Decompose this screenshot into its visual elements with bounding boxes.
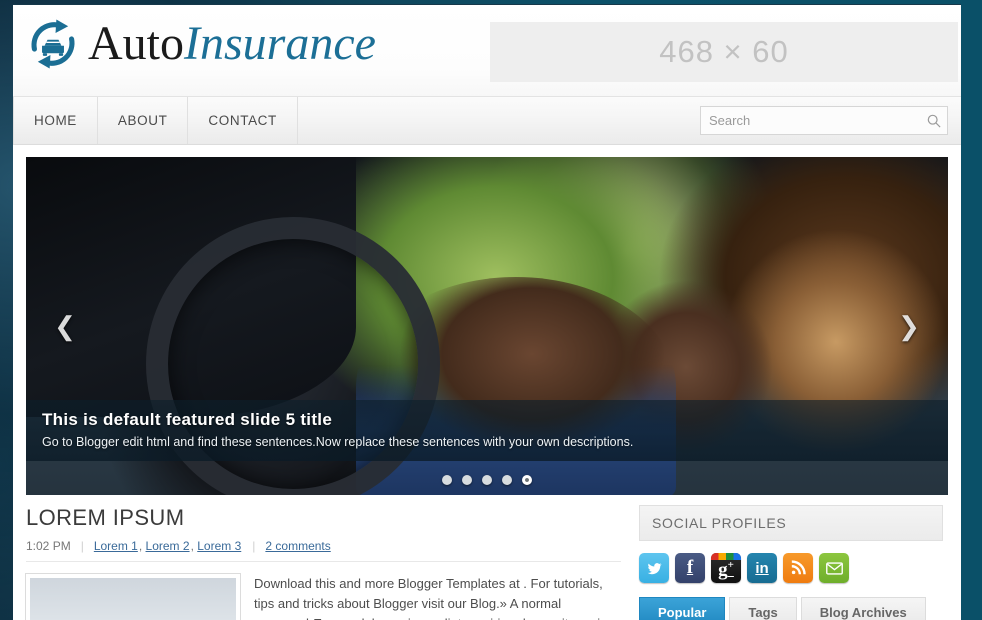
main-navigation: HOME ABOUT CONTACT	[13, 97, 961, 145]
slide-title: This is default featured slide 5 title	[42, 410, 333, 429]
rss-icon[interactable]	[783, 553, 813, 583]
featured-slider: ❮ ❯ This is default featured slide 5 tit…	[26, 157, 948, 495]
slider-dot-4[interactable]	[502, 475, 512, 485]
slider-dot-3[interactable]	[482, 475, 492, 485]
search-box[interactable]	[700, 106, 948, 135]
chevron-left-icon[interactable]: ❮	[48, 309, 82, 343]
search-icon[interactable]	[921, 114, 947, 128]
nav-label: ABOUT	[117, 113, 168, 128]
email-icon[interactable]	[819, 553, 849, 583]
post-title: LOREM IPSUM	[26, 505, 185, 530]
tab-tags[interactable]: Tags	[729, 597, 797, 620]
post-excerpt: Download this and more Blogger Templates…	[254, 576, 603, 620]
slider-dot-2[interactable]	[462, 475, 472, 485]
logo-primary-text: Auto	[88, 17, 184, 70]
chevron-right-icon[interactable]: ❯	[892, 309, 926, 343]
site-logo[interactable]: AutoInsurance	[26, 17, 376, 71]
label-comma: ,	[138, 539, 146, 553]
post-meta: 1:02 PM | Lorem 1, Lorem 2, Lorem 3 | 2 …	[26, 539, 621, 562]
post-time: 1:02 PM	[26, 539, 71, 553]
post-label-link[interactable]: Lorem 3	[197, 539, 241, 553]
linkedin-icon[interactable]: in	[747, 553, 777, 583]
search-input[interactable]	[701, 113, 921, 128]
meta-separator: |	[80, 539, 84, 553]
slide-image-subject	[356, 277, 676, 495]
social-profiles-heading: SOCIAL PROFILES	[639, 505, 943, 541]
post-labels: Lorem 1, Lorem 2, Lorem 3	[94, 539, 242, 553]
slider-dot-1[interactable]	[442, 475, 452, 485]
social-profiles-list: f g+ in	[639, 553, 943, 583]
site-title: AutoInsurance	[88, 18, 376, 70]
post-label-link[interactable]: Lorem 1	[94, 539, 138, 553]
nav-item-about[interactable]: ABOUT	[98, 97, 189, 144]
twitter-icon[interactable]	[639, 553, 669, 583]
slider-pagination	[26, 475, 948, 485]
slide-description: Go to Blogger edit html and find these s…	[42, 435, 634, 449]
meta-separator: |	[252, 539, 256, 553]
slide-caption: This is default featured slide 5 title G…	[26, 400, 948, 461]
car-recycle-icon	[31, 19, 75, 69]
logo-secondary-text: Insurance	[184, 17, 376, 70]
nav-label: CONTACT	[208, 113, 277, 128]
nav-item-home[interactable]: HOME	[13, 97, 98, 144]
post-label-link[interactable]: Lorem 2	[146, 539, 190, 553]
sidebar-tabs: Popular Tags Blog Archives	[639, 597, 943, 620]
site-header: AutoInsurance 468 × 60	[13, 5, 961, 97]
post-thumbnail[interactable]	[26, 574, 240, 620]
page-container: AutoInsurance 468 × 60 HOME ABOUT CONTAC…	[13, 4, 961, 620]
ad-banner-label: 468 × 60	[659, 34, 789, 69]
facebook-icon[interactable]: f	[675, 553, 705, 583]
slider-dot-5[interactable]	[522, 475, 532, 485]
content-column: LOREM IPSUM 1:02 PM | Lorem 1, Lorem 2, …	[26, 505, 639, 620]
sidebar-column: SOCIAL PROFILES f g+ in Popular Tags Blo…	[639, 505, 943, 620]
post-body: Download this and more Blogger Templates…	[26, 574, 621, 620]
main-area: LOREM IPSUM 1:02 PM | Lorem 1, Lorem 2, …	[26, 495, 948, 620]
tab-popular[interactable]: Popular	[639, 597, 726, 620]
google-plus-icon[interactable]: g+	[711, 553, 741, 583]
ad-banner-placeholder[interactable]: 468 × 60	[490, 22, 958, 82]
nav-item-contact[interactable]: CONTACT	[188, 97, 298, 144]
nav-label: HOME	[34, 113, 77, 128]
post-comments-link[interactable]: 2 comments	[265, 539, 330, 553]
tab-blog-archives[interactable]: Blog Archives	[800, 597, 926, 620]
